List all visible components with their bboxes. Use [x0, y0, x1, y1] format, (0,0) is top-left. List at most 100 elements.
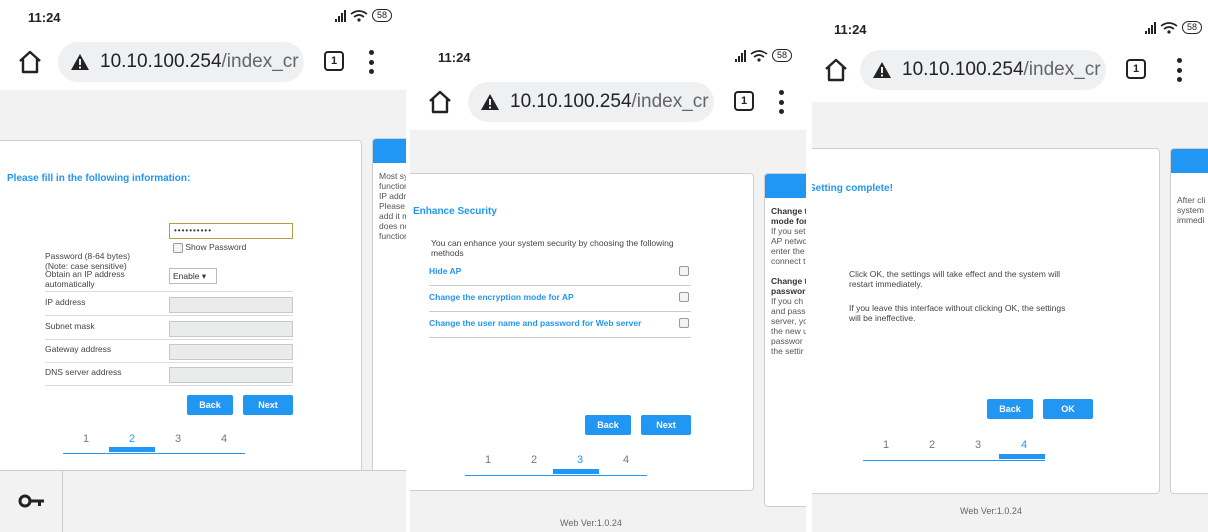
url-field[interactable]: 10.10.100.254/index_cr — [58, 42, 304, 82]
help-panel: After cli system immedi — [1170, 148, 1208, 494]
step-4: 4 — [622, 454, 630, 466]
subnet-input[interactable] — [169, 321, 293, 337]
step-progress — [553, 469, 599, 474]
version-footer: Web Ver:1.0.24 — [960, 506, 1022, 516]
back-button[interactable]: Back — [987, 399, 1033, 419]
password-input[interactable]: •••••••••• — [169, 223, 293, 239]
wizard-card: Setting complete! Click OK, the settings… — [812, 148, 1160, 494]
url-field[interactable]: 10.10.100.254/index_cr — [468, 82, 714, 122]
help-panel: Most sysfunctionIP addrePlease sadd it m… — [372, 138, 406, 478]
back-button[interactable]: Back — [187, 395, 233, 415]
signal-icon — [334, 9, 346, 22]
phone-screen-step4: 11:24 58 10.10.100.254/index_cr 1 Settin… — [812, 0, 1208, 532]
url-text: 10.10.100.254/index_cr — [902, 59, 1101, 80]
battery-icon: 58 — [771, 49, 792, 62]
wizard-title: Setting complete! — [812, 183, 893, 194]
step-1: 1 — [882, 439, 890, 451]
url-text: 10.10.100.254/index_cr — [510, 91, 709, 112]
battery-icon: 58 — [371, 9, 392, 22]
wizard-card: Please fill in the following information… — [0, 140, 362, 480]
tab-switcher-icon[interactable]: 1 — [1126, 59, 1146, 79]
tab-switcher-icon[interactable]: 1 — [734, 91, 754, 111]
url-field[interactable]: 10.10.100.254/index_cr — [860, 50, 1106, 90]
key-icon[interactable] — [18, 493, 46, 509]
step-track — [863, 460, 1045, 461]
divider — [62, 471, 63, 532]
help-panel-header — [1171, 149, 1208, 173]
step-progress — [999, 454, 1045, 459]
hide-ap-checkbox[interactable] — [679, 266, 689, 276]
home-icon[interactable] — [426, 88, 454, 116]
browser-address-bar: 10.10.100.254/index_cr 1 — [410, 74, 806, 130]
help-text: Change t mode for If you set AP netwo enter … — [771, 206, 806, 356]
option-hide-ap[interactable]: Hide AP — [429, 264, 691, 286]
dns-input[interactable] — [169, 367, 293, 383]
status-time: 11:24 — [28, 10, 61, 25]
divider — [45, 339, 293, 340]
signal-icon — [734, 49, 746, 62]
back-button[interactable]: Back — [585, 415, 631, 435]
step-track — [465, 475, 647, 476]
option-label: Change the encryption mode for AP — [429, 292, 574, 302]
phone-screen-step2: 11:24 58 10.10.100.254/index_cr 1 Please… — [0, 0, 406, 532]
option-encryption-mode[interactable]: Change the encryption mode for AP — [429, 290, 691, 312]
home-icon[interactable] — [822, 56, 850, 84]
ip-label: IP address — [45, 297, 86, 307]
ok-button[interactable]: OK — [1043, 399, 1093, 419]
security-intro: You can enhance your system security by … — [431, 238, 674, 248]
dns-label: DNS server address — [45, 367, 122, 377]
wizard-title: Enhance Security — [413, 206, 497, 217]
show-password-label: Show Password — [185, 242, 247, 252]
step-2: 2 — [530, 454, 538, 466]
more-menu-icon[interactable] — [1176, 58, 1182, 82]
status-bar: 11:24 58 — [812, 12, 1208, 46]
help-text: After cli system immedi — [1177, 195, 1206, 225]
status-time: 11:24 — [438, 50, 471, 65]
ip-input[interactable] — [169, 297, 293, 313]
dhcp-select[interactable]: Enable ▾ — [169, 268, 217, 284]
wifi-icon — [350, 9, 368, 22]
next-button[interactable]: Next — [243, 395, 293, 415]
password-manager-bar — [0, 470, 406, 532]
show-password-checkbox[interactable] — [173, 242, 183, 253]
option-web-credentials[interactable]: Change the user name and password for We… — [429, 316, 691, 338]
web-credentials-checkbox[interactable] — [679, 318, 689, 328]
encryption-checkbox[interactable] — [679, 292, 689, 302]
more-menu-icon[interactable] — [778, 90, 784, 114]
complete-message-2: restart immediately. — [849, 279, 923, 289]
next-button[interactable]: Next — [641, 415, 691, 435]
tab-switcher-icon[interactable]: 1 — [324, 51, 344, 71]
step-progress — [109, 447, 155, 452]
divider — [45, 362, 293, 363]
option-label: Hide AP — [429, 266, 462, 276]
warning-icon — [481, 94, 499, 110]
step-3: 3 — [174, 433, 182, 445]
step-1: 1 — [484, 454, 492, 466]
warning-icon — [873, 62, 891, 78]
dhcp-label: Obtain an IP address — [45, 269, 125, 279]
option-label: Change the user name and password for We… — [429, 318, 642, 328]
wizard-card: Enhance Security You can enhance your sy… — [410, 173, 754, 491]
warning-message-2: will be ineffective. — [849, 313, 916, 323]
dhcp-label-2: automatically — [45, 279, 95, 289]
step-indicator: 1 2 3 4 — [63, 433, 247, 455]
status-bar: 11:24 58 — [0, 0, 406, 34]
help-text: Most sysfunctionIP addrePlease sadd it m… — [379, 171, 406, 241]
gateway-input[interactable] — [169, 344, 293, 360]
warning-message: If you leave this interface without clic… — [849, 303, 1066, 313]
home-icon[interactable] — [16, 48, 44, 76]
step-2: 2 — [928, 439, 936, 451]
step-4: 4 — [220, 433, 228, 445]
browser-address-bar: 10.10.100.254/index_cr 1 — [812, 42, 1208, 98]
wizard-title: Please fill in the following information… — [7, 173, 191, 184]
wifi-icon — [750, 49, 768, 62]
help-panel-header — [765, 174, 806, 198]
divider — [45, 315, 293, 316]
divider — [45, 385, 293, 386]
step-3: 3 — [974, 439, 982, 451]
more-menu-icon[interactable] — [368, 50, 374, 74]
security-intro-2: methods — [431, 248, 464, 258]
show-password-toggle[interactable]: Show Password — [173, 242, 246, 253]
battery-icon: 58 — [1181, 21, 1202, 34]
status-time: 11:24 — [834, 22, 867, 37]
